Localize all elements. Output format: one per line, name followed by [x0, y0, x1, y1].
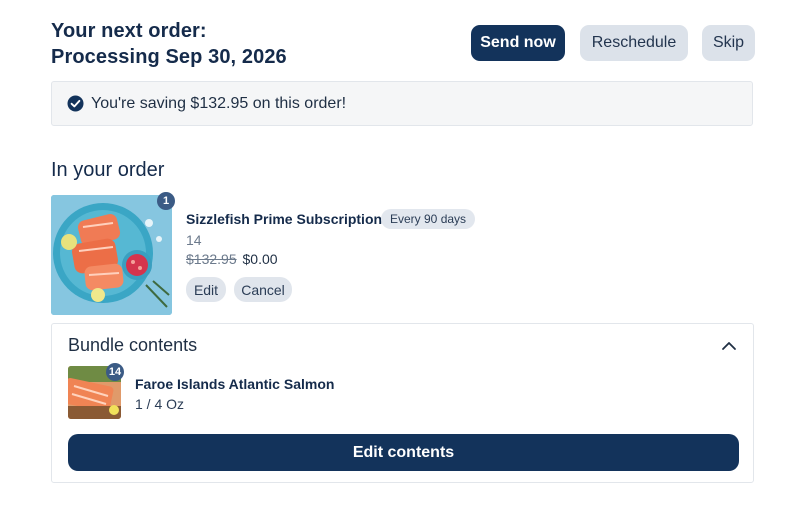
- frequency-badge: Every 90 days: [381, 209, 476, 229]
- product-image[interactable]: [51, 195, 172, 315]
- bundle-contents-card: Bundle contents 14 Faroe Islands Atlanti…: [51, 323, 754, 483]
- price-original: $132.95: [186, 251, 237, 267]
- price-current: $0.00: [242, 251, 278, 267]
- edit-contents-button[interactable]: Edit contents: [68, 434, 739, 471]
- skip-button[interactable]: Skip: [702, 25, 755, 61]
- bundle-item-name: Faroe Islands Atlantic Salmon: [135, 376, 335, 392]
- product-meta: 14: [186, 232, 202, 248]
- product-name: Sizzlefish Prime Subscription: [186, 211, 383, 227]
- savings-text: You're saving $132.95 on this order!: [91, 95, 347, 112]
- product-quantity-badge: 1: [157, 192, 175, 210]
- page-title-line-1: Your next order:: [51, 20, 207, 42]
- chevron-up-icon[interactable]: [721, 338, 737, 354]
- reschedule-button[interactable]: Reschedule: [580, 25, 688, 61]
- order-section-title: In your order: [51, 159, 165, 181]
- cancel-button[interactable]: Cancel: [234, 277, 292, 302]
- page-title: Your next order: Processing Sep 30, 2026: [51, 18, 287, 70]
- edit-button[interactable]: Edit: [186, 277, 226, 302]
- salmon-plate-illustration: [51, 195, 172, 315]
- check-circle-icon: [67, 95, 84, 112]
- bundle-item-quantity-badge: 14: [106, 363, 124, 381]
- bundle-title: Bundle contents: [68, 335, 198, 355]
- send-now-button[interactable]: Send now: [471, 25, 565, 61]
- price-row: $132.95 $0.00: [186, 251, 278, 267]
- bundle-item-size: 1 / 4 Oz: [135, 396, 185, 412]
- savings-banner: You're saving $132.95 on this order!: [51, 81, 753, 126]
- page-title-line-2: Processing Sep 30, 2026: [51, 46, 287, 68]
